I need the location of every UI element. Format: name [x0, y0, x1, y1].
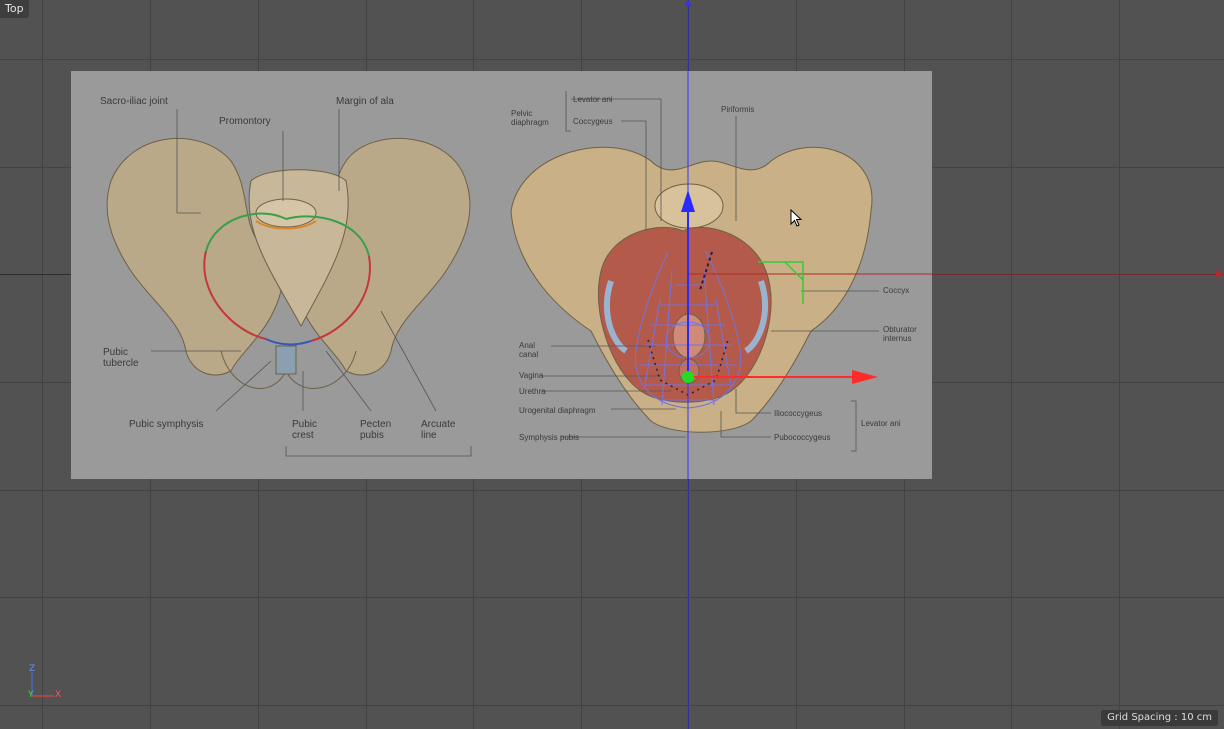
axis-indicator-icon: Z Y X: [26, 664, 66, 704]
cursor-icon: [790, 209, 803, 227]
mesh-edge-selection[interactable]: [699, 251, 713, 291]
viewport-overlay: [634, 0, 1224, 729]
move-axis-y-arrow-icon[interactable]: [681, 190, 695, 212]
axis-indicator-y-label: Y: [28, 690, 34, 700]
world-z-arrow-icon: [684, 0, 692, 6]
world-x-arrow-icon: [1216, 270, 1224, 278]
axis-indicator-z-label: Z: [29, 664, 36, 674]
grid-spacing-label: Grid Spacing : 10 cm: [1101, 710, 1218, 726]
axis-indicator-x-label: X: [55, 690, 62, 700]
pivot-icon[interactable]: [682, 371, 694, 383]
gizmo-plane-diagonal: [784, 261, 804, 281]
move-axis-x-arrow-icon[interactable]: [852, 370, 878, 384]
gizmo-plane-handle-icon[interactable]: [758, 261, 804, 304]
